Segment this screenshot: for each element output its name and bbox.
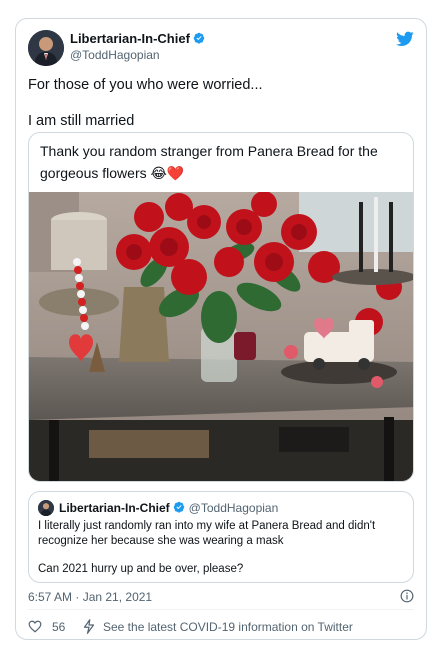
quoted-tweet-card[interactable]: Libertarian-In-Chief @ToddHagopian I lite…	[28, 491, 414, 583]
quoted-avatar	[38, 500, 54, 516]
quoted-author-name: Libertarian-In-Chief	[59, 501, 170, 515]
verified-icon	[193, 32, 205, 44]
avatar[interactable]	[28, 30, 64, 66]
quoted-text-2: Can 2021 hurry up and be over, please?	[38, 563, 244, 575]
quoted-author-handle: @ToddHagopian	[188, 501, 279, 515]
divider	[28, 609, 414, 610]
quoted-author: Libertarian-In-Chief @ToddHagopian	[59, 501, 278, 515]
twitter-bird-icon[interactable]	[396, 31, 414, 47]
heart-icon[interactable]	[28, 620, 42, 633]
tweet-text: For those of you who were worried... I a…	[28, 75, 413, 131]
verified-icon	[173, 501, 184, 513]
covid-info-link[interactable]: See the latest COVID-19 information on T…	[103, 620, 353, 634]
tweet-line-1: For those of you who were worried...	[28, 77, 263, 93]
lightning-icon	[83, 619, 95, 634]
quoted-tweet-text: I literally just randomly ran into my wi…	[38, 519, 408, 577]
tweet-timestamp[interactable]: 6:57 AM · Jan 21, 2021	[28, 590, 152, 604]
quoted-text-1: I literally just randomly ran into my wi…	[38, 520, 376, 547]
like-count[interactable]: 56	[52, 620, 65, 634]
info-icon[interactable]	[400, 589, 414, 603]
author-handle[interactable]: @ToddHagopian	[70, 48, 160, 62]
flowers-photo[interactable]	[29, 192, 414, 482]
embedded-tweet-text: Thank you random stranger from Panera Br…	[40, 143, 378, 181]
tweet-card: Libertarian-In-Chief @ToddHagopian For t…	[15, 18, 427, 640]
embedded-tweet-card[interactable]: Thank you random stranger from Panera Br…	[28, 132, 414, 482]
author-name-text[interactable]: Libertarian-In-Chief	[70, 31, 190, 46]
tweet-line-2: I am still married	[28, 113, 135, 129]
author-name[interactable]: Libertarian-In-Chief	[70, 31, 205, 46]
